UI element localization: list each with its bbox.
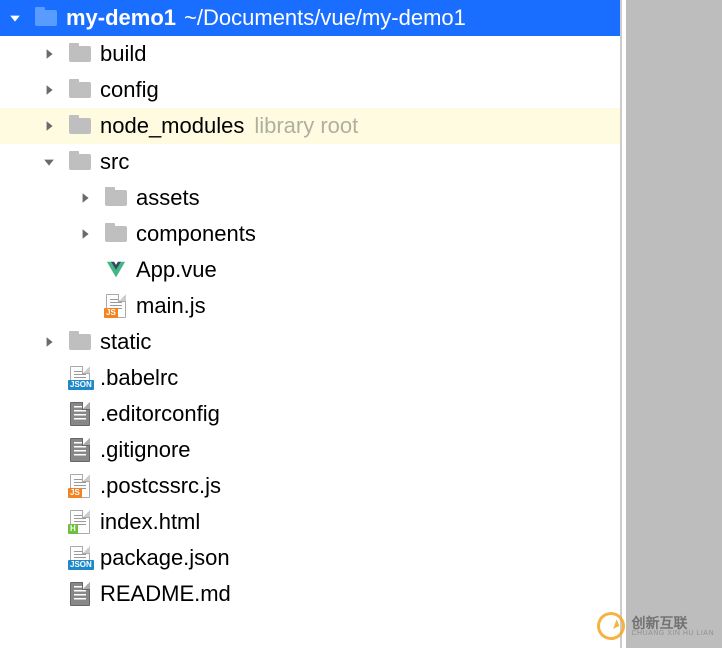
watermark-cn: 创新互联 bbox=[631, 616, 714, 630]
item-label: config bbox=[100, 77, 159, 103]
arrow-down-icon bbox=[42, 155, 56, 169]
folder-icon bbox=[68, 150, 92, 174]
arrow-right-icon bbox=[42, 335, 56, 349]
text-file-icon bbox=[68, 438, 92, 462]
item-label: .gitignore bbox=[100, 437, 191, 463]
tree-item-assets[interactable]: assets bbox=[0, 180, 620, 216]
watermark-logo-icon bbox=[594, 608, 630, 644]
tree-item-editorconfig[interactable]: .editorconfig bbox=[0, 396, 620, 432]
tree-item-node-modules[interactable]: node_modules library root bbox=[0, 108, 620, 144]
tree-item-main-js[interactable]: JS main.js bbox=[0, 288, 620, 324]
tree-item-components[interactable]: components bbox=[0, 216, 620, 252]
item-label: build bbox=[100, 41, 146, 67]
root-path: ~/Documents/vue/my-demo1 bbox=[184, 5, 466, 31]
js-file-icon: JS bbox=[104, 294, 128, 318]
project-tree[interactable]: my-demo1 ~/Documents/vue/my-demo1 build … bbox=[0, 0, 622, 648]
folder-icon bbox=[34, 6, 58, 30]
folder-icon bbox=[68, 114, 92, 138]
tree-item-index-html[interactable]: H index.html bbox=[0, 504, 620, 540]
folder-icon bbox=[104, 222, 128, 246]
tree-root-row[interactable]: my-demo1 ~/Documents/vue/my-demo1 bbox=[0, 0, 620, 36]
arrow-right-icon bbox=[42, 47, 56, 61]
tree-item-package-json[interactable]: JSON package.json bbox=[0, 540, 620, 576]
tree-item-src[interactable]: src bbox=[0, 144, 620, 180]
item-label: App.vue bbox=[136, 257, 217, 283]
text-file-icon bbox=[68, 582, 92, 606]
tree-item-static[interactable]: static bbox=[0, 324, 620, 360]
item-label: .editorconfig bbox=[100, 401, 220, 427]
item-label: index.html bbox=[100, 509, 200, 535]
library-root-annotation: library root bbox=[254, 113, 358, 139]
arrow-right-icon bbox=[42, 119, 56, 133]
item-label: .postcssrc.js bbox=[100, 473, 221, 499]
item-label: main.js bbox=[136, 293, 206, 319]
inactive-editor-area bbox=[626, 0, 722, 648]
tree-item-config[interactable]: config bbox=[0, 72, 620, 108]
js-file-icon: JS bbox=[68, 474, 92, 498]
arrow-right-icon bbox=[42, 83, 56, 97]
arrow-right-icon bbox=[78, 191, 92, 205]
item-label: static bbox=[100, 329, 151, 355]
json-file-icon: JSON bbox=[68, 546, 92, 570]
arrow-down-icon bbox=[8, 11, 22, 25]
text-file-icon bbox=[68, 402, 92, 426]
tree-item-readme[interactable]: README.md bbox=[0, 576, 620, 612]
html-file-icon: H bbox=[68, 510, 92, 534]
item-label: components bbox=[136, 221, 256, 247]
item-label: assets bbox=[136, 185, 200, 211]
tree-item-gitignore[interactable]: .gitignore bbox=[0, 432, 620, 468]
tree-item-build[interactable]: build bbox=[0, 36, 620, 72]
tree-item-app-vue[interactable]: App.vue bbox=[0, 252, 620, 288]
item-label: src bbox=[100, 149, 129, 175]
vue-icon bbox=[104, 258, 128, 282]
watermark: 创新互联 CHUANG XIN HU LIAN bbox=[597, 612, 714, 640]
watermark-en: CHUANG XIN HU LIAN bbox=[631, 630, 714, 637]
folder-icon bbox=[104, 186, 128, 210]
arrow-right-icon bbox=[78, 227, 92, 241]
root-name: my-demo1 bbox=[66, 5, 176, 31]
item-label: README.md bbox=[100, 581, 231, 607]
tree-item-postcssrc[interactable]: JS .postcssrc.js bbox=[0, 468, 620, 504]
item-label: .babelrc bbox=[100, 365, 178, 391]
folder-icon bbox=[68, 78, 92, 102]
folder-icon bbox=[68, 330, 92, 354]
folder-icon bbox=[68, 42, 92, 66]
tree-item-babelrc[interactable]: JSON .babelrc bbox=[0, 360, 620, 396]
item-label: node_modules bbox=[100, 113, 244, 139]
item-label: package.json bbox=[100, 545, 230, 571]
json-file-icon: JSON bbox=[68, 366, 92, 390]
